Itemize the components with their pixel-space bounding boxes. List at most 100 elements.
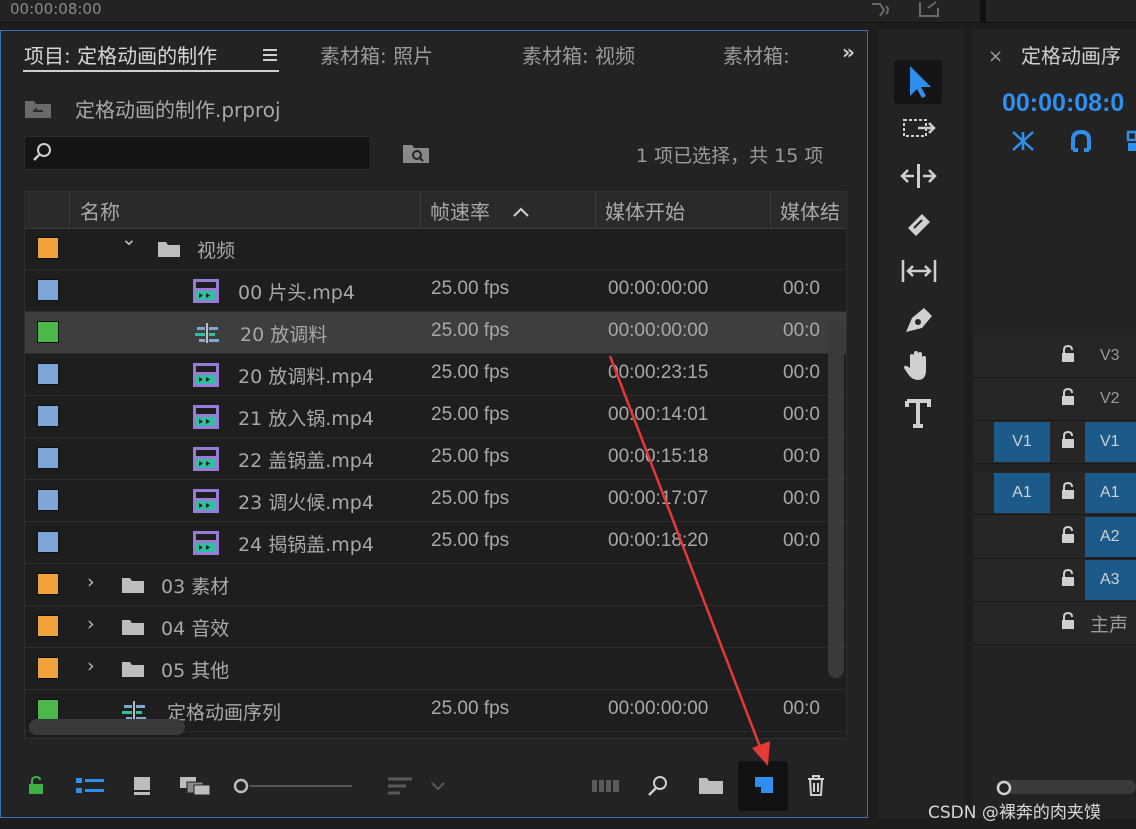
nest-toggle-icon[interactable] xyxy=(1010,130,1036,152)
pen-tool-icon[interactable] xyxy=(902,302,938,336)
source-patch[interactable]: V1 xyxy=(994,422,1050,462)
linked-selection-icon[interactable] xyxy=(1126,130,1136,152)
table-row[interactable]: ⌄ 视频 xyxy=(25,228,846,270)
selection-tool-icon[interactable] xyxy=(906,64,934,100)
table-row[interactable]: 24 揭锅盖.mp4 25.00 fps 00:00:18:20 00:0 xyxy=(25,522,846,564)
column-frame-rate[interactable]: 帧速率 xyxy=(430,196,490,225)
chevron-down-icon[interactable]: ⌄ xyxy=(121,228,137,250)
track-name[interactable]: V3 xyxy=(1100,347,1120,365)
project-file-icon[interactable] xyxy=(24,97,52,119)
item-name: 24 揭锅盖.mp4 xyxy=(238,534,374,556)
label-color-swatch[interactable] xyxy=(37,405,59,427)
track-lock-icon[interactable] xyxy=(1060,526,1076,544)
item-count: 1 项已选择，共 15 项 xyxy=(636,145,824,167)
item-name: 05 其他 xyxy=(161,660,230,682)
tab-project[interactable]: 项目: 定格动画的制作 xyxy=(24,40,217,69)
table-row[interactable]: 22 盖锅盖.mp4 25.00 fps 00:00:15:18 00:0 xyxy=(25,438,846,480)
type-tool-icon[interactable] xyxy=(904,398,938,432)
column-divider[interactable] xyxy=(595,192,596,228)
track-lock-icon[interactable] xyxy=(1060,431,1076,449)
list-view-icon[interactable] xyxy=(75,777,105,795)
media-start-cell: 00:00:17:07 xyxy=(608,488,709,509)
search-input[interactable] xyxy=(24,136,371,170)
tab-bin-more[interactable]: 素材箱: xyxy=(723,40,790,69)
slip-tool-icon[interactable] xyxy=(900,258,938,284)
track-name[interactable]: 主声 xyxy=(1090,610,1128,637)
item-name: 03 素材 xyxy=(161,576,230,598)
export-frame-icon[interactable] xyxy=(916,0,944,18)
find-icon[interactable] xyxy=(646,774,670,798)
tab-bin-photos[interactable]: 素材箱: 照片 xyxy=(320,40,433,69)
sequence-tab-title[interactable]: 定格动画序 xyxy=(1021,40,1121,69)
track-lock-icon[interactable] xyxy=(1060,569,1076,587)
column-divider[interactable] xyxy=(770,192,771,228)
tab-bin-videos[interactable]: 素材箱: 视频 xyxy=(522,40,635,69)
lock-icon[interactable] xyxy=(28,776,44,794)
freeform-view-icon[interactable] xyxy=(179,776,211,796)
chevron-down-icon[interactable] xyxy=(430,780,446,792)
icon-view-icon[interactable] xyxy=(132,776,152,796)
chevron-right-icon[interactable]: › xyxy=(87,613,95,635)
sort-ascending-icon[interactable] xyxy=(512,206,530,218)
track-select-forward-tool-icon[interactable] xyxy=(902,118,938,140)
panel-menu-icon[interactable] xyxy=(262,48,278,62)
label-color-swatch[interactable] xyxy=(37,363,59,385)
new-item-icon[interactable] xyxy=(753,775,775,795)
trash-icon[interactable] xyxy=(806,774,826,796)
column-media-end[interactable]: 媒体结 xyxy=(780,196,840,225)
find-bin-icon[interactable] xyxy=(402,142,430,164)
label-color-swatch[interactable] xyxy=(37,489,59,511)
track-name[interactable]: V2 xyxy=(1100,390,1120,408)
hand-tool-icon[interactable] xyxy=(902,350,938,384)
track-lock-icon[interactable] xyxy=(1060,345,1076,363)
media-end-cell: 00:0 xyxy=(783,404,820,425)
table-row[interactable]: › 03 素材 xyxy=(25,564,846,606)
track-lock-icon[interactable] xyxy=(1060,612,1076,630)
table-row[interactable]: › 04 音效 xyxy=(25,606,846,648)
source-patch[interactable]: A1 xyxy=(994,473,1050,513)
sort-icons-icon[interactable] xyxy=(386,776,414,796)
track-name[interactable]: A2 xyxy=(1085,517,1136,557)
label-color-swatch[interactable] xyxy=(37,573,59,595)
track-name[interactable]: A3 xyxy=(1085,560,1136,600)
zoom-handle[interactable] xyxy=(996,780,1012,796)
label-color-swatch[interactable] xyxy=(37,321,59,343)
automate-to-sequence-icon[interactable] xyxy=(591,778,621,794)
table-row[interactable]: 20 放调料.mp4 25.00 fps 00:00:23:15 00:0 xyxy=(25,354,846,396)
vertical-scrollbar[interactable] xyxy=(828,318,844,678)
snap-icon[interactable] xyxy=(1070,130,1092,152)
razor-tool-icon[interactable] xyxy=(902,208,936,240)
track-lock-icon[interactable] xyxy=(1060,482,1076,500)
label-color-swatch[interactable] xyxy=(37,699,59,721)
more-tabs-icon[interactable]: » xyxy=(842,40,855,64)
new-bin-icon[interactable] xyxy=(698,775,724,795)
track-lock-icon[interactable] xyxy=(1060,388,1076,406)
frame-rate-cell: 25.00 fps xyxy=(431,530,510,551)
column-name[interactable]: 名称 xyxy=(80,196,120,225)
sequence-timecode[interactable]: 00:00:08:0 xyxy=(1002,89,1124,118)
chevron-right-icon[interactable]: › xyxy=(87,655,95,677)
column-media-start[interactable]: 媒体开始 xyxy=(605,196,685,225)
track-name[interactable]: A1 xyxy=(1085,473,1136,513)
table-row[interactable]: 00 片头.mp4 25.00 fps 00:00:00:00 00:0 xyxy=(25,270,846,312)
track-name[interactable]: V1 xyxy=(1085,422,1136,462)
label-color-swatch[interactable] xyxy=(37,615,59,637)
table-row[interactable]: 21 放入锅.mp4 25.00 fps 00:00:14:01 00:0 xyxy=(25,396,846,438)
close-icon[interactable]: × xyxy=(988,46,1003,67)
zoom-slider[interactable] xyxy=(232,777,356,795)
label-color-swatch[interactable] xyxy=(37,531,59,553)
label-color-swatch[interactable] xyxy=(37,237,59,259)
label-color-swatch[interactable] xyxy=(37,657,59,679)
table-row[interactable]: 20 放调料 25.00 fps 00:00:00:00 00:0 xyxy=(25,312,846,354)
timeline-zoom-scrollbar[interactable] xyxy=(996,780,1136,794)
item-name: 定格动画序列 xyxy=(167,702,282,724)
chevron-right-icon[interactable]: › xyxy=(87,571,95,593)
audio-icon[interactable] xyxy=(868,0,896,18)
table-row[interactable]: › 05 其他 xyxy=(25,648,846,690)
ripple-edit-tool-icon[interactable] xyxy=(900,162,938,190)
horizontal-scrollbar[interactable] xyxy=(29,719,185,735)
label-color-swatch[interactable] xyxy=(37,447,59,469)
column-divider[interactable] xyxy=(420,192,421,228)
table-row[interactable]: 23 调火候.mp4 25.00 fps 00:00:17:07 00:0 xyxy=(25,480,846,522)
label-color-swatch[interactable] xyxy=(37,279,59,301)
